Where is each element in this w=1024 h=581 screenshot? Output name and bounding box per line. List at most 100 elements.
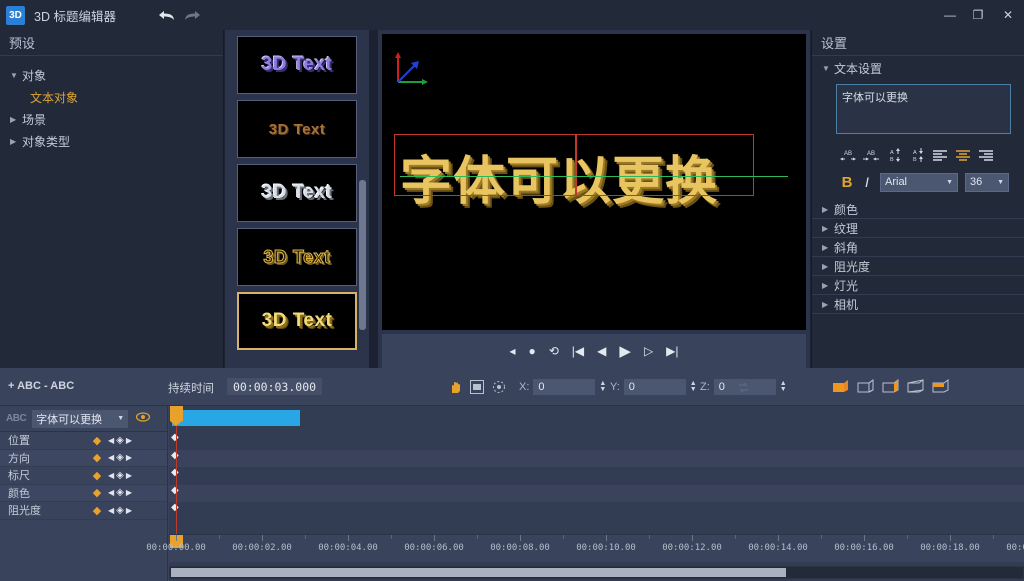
align-center-icon[interactable] <box>955 147 971 163</box>
keyframe-row-position[interactable]: 位置 ◆ ◀ ◈ ▶ <box>0 432 167 450</box>
close-button[interactable]: ✕ <box>992 0 1024 30</box>
keyframe-nav[interactable]: ◀ ◈ ▶ <box>108 505 132 516</box>
align-right-icon[interactable] <box>978 147 994 163</box>
tree-item-object[interactable]: ▼ 对象 <box>0 64 223 86</box>
chevron-down-icon[interactable]: ▼ <box>10 71 22 80</box>
align-left-icon[interactable] <box>932 147 948 163</box>
keyframe-marker-icon[interactable]: ◆ <box>171 467 179 478</box>
minimize-button[interactable]: — <box>936 0 964 30</box>
preview-viewport[interactable]: 字体可以更换 <box>382 34 806 330</box>
line-spacing-decrease-icon[interactable]: AB <box>909 147 925 163</box>
keyframe-marker-icon[interactable]: ◆ <box>171 502 179 513</box>
italic-button[interactable]: I <box>861 174 873 190</box>
font-size-select[interactable]: 36 ▼ <box>965 172 1009 192</box>
chevron-down-icon[interactable]: ▼ <box>822 64 834 73</box>
selection-box[interactable] <box>394 134 576 196</box>
timeline-hscrollbar-thumb[interactable] <box>171 568 786 577</box>
move-tool-icon[interactable] <box>468 378 486 396</box>
keyframe-toggle-icon[interactable]: ◆ <box>86 451 108 464</box>
undo-icon[interactable] <box>156 4 178 26</box>
keyframe-lane[interactable]: ◆ <box>169 502 1024 520</box>
object-track-header[interactable]: ABC 字体可以更换 ▼ <box>0 406 167 432</box>
chevron-right-icon[interactable]: ▶ <box>10 137 22 146</box>
keyframe-marker-icon[interactable]: ◆ <box>171 450 179 461</box>
keyframe-toggle-icon[interactable]: ◆ <box>86 504 108 517</box>
keyframe-nav[interactable]: ◀ ◈ ▶ <box>108 435 132 446</box>
preset-thumbnail[interactable]: 3D Text <box>237 164 357 222</box>
chevron-right-icon[interactable]: ▶ <box>10 115 22 124</box>
chevron-right-icon[interactable]: ▶ <box>822 205 834 214</box>
camera-view-2-icon[interactable] <box>855 378 875 395</box>
keyframe-row-scale[interactable]: 标尺 ◆ ◀ ◈ ▶ <box>0 467 167 485</box>
chevron-down-icon[interactable]: ▼ <box>997 179 1004 186</box>
chevron-down-icon[interactable]: ▼ <box>117 415 124 422</box>
selection-box[interactable] <box>576 134 754 196</box>
y-value[interactable]: 0 <box>623 379 686 395</box>
section-bevel[interactable]: ▶ 斜角 <box>812 238 1024 257</box>
remove-text-button[interactable]: - ABC <box>44 380 74 392</box>
first-frame-icon[interactable]: |◀ <box>572 345 584 357</box>
keyframe-marker-icon[interactable]: ◆ <box>171 485 179 496</box>
chevron-right-icon[interactable]: ▶ <box>822 262 834 271</box>
section-color[interactable]: ▶ 颜色 <box>812 200 1024 219</box>
chevron-right-icon[interactable]: ▶ <box>822 281 834 290</box>
keyframe-lane[interactable]: ◆ <box>169 484 1024 502</box>
x-stepper[interactable]: ▲ ▼ <box>599 380 606 393</box>
loop-icon[interactable]: ⟲ <box>549 345 559 357</box>
keyframe-lane[interactable]: ◆ <box>169 432 1024 450</box>
section-camera[interactable]: ▶ 相机 <box>812 295 1024 314</box>
keyframe-toggle-icon[interactable]: ◆ <box>86 469 108 482</box>
keyframe-row-color[interactable]: 颜色 ◆ ◀ ◈ ▶ <box>0 484 167 502</box>
duration-value[interactable]: 00:00:03.000 <box>227 378 322 395</box>
keyframe-lane[interactable]: ◆ <box>169 467 1024 485</box>
chevron-right-icon[interactable]: ▶ <box>822 300 834 309</box>
maximize-button[interactable]: ❐ <box>964 0 992 30</box>
section-texture[interactable]: ▶ 纹理 <box>812 219 1024 238</box>
line-spacing-increase-icon[interactable]: AB <box>886 147 902 163</box>
keyframe-row-direction[interactable]: 方向 ◆ ◀ ◈ ▶ <box>0 449 167 467</box>
play-icon[interactable]: ▶ <box>619 344 631 359</box>
x-coordinate-field[interactable]: X: 0 ▲ ▼ <box>519 379 606 395</box>
y-coordinate-field[interactable]: Y: 0 ▲ ▼ <box>610 379 697 395</box>
keyframe-nav[interactable]: ◀ ◈ ▶ <box>108 487 132 498</box>
font-family-select[interactable]: Arial ▼ <box>880 172 958 192</box>
pan-tool-icon[interactable] <box>446 378 464 396</box>
chevron-right-icon[interactable]: ▶ <box>822 243 834 252</box>
mute-icon[interactable]: ◂ <box>509 345 515 357</box>
tree-item-text-object[interactable]: 文本对象 <box>0 86 223 108</box>
letter-spacing-shrink-icon[interactable]: AB <box>863 147 879 163</box>
y-stepper[interactable]: ▲ ▼ <box>690 380 697 393</box>
keyframe-toggle-icon[interactable]: ◆ <box>86 434 108 447</box>
timeline-hscrollbar[interactable] <box>169 566 1024 579</box>
keyframe-marker-icon[interactable]: ◆ <box>171 432 179 443</box>
keyframe-nav[interactable]: ◀ ◈ ▶ <box>108 470 132 481</box>
rotate-tool-icon[interactable] <box>490 378 508 396</box>
object-name-select[interactable]: 字体可以更换 ▼ <box>32 409 129 428</box>
preset-thumbnail-selected[interactable]: 3D Text <box>237 292 357 350</box>
camera-view-5-icon[interactable] <box>930 378 950 395</box>
text-clip[interactable] <box>172 410 300 426</box>
tree-item-scene[interactable]: ▶ 场景 <box>0 108 223 130</box>
chevron-down-icon[interactable]: ▼ <box>946 179 953 186</box>
eye-icon[interactable] <box>136 412 151 425</box>
reset-transform-icon[interactable] <box>734 378 752 396</box>
x-value[interactable]: 0 <box>533 379 596 395</box>
timeline-ruler[interactable]: 00:00:00.00 00:00:02.00 00:00:04.00 00:00:0… <box>146 534 1024 562</box>
volume-icon[interactable]: ● <box>528 345 535 357</box>
section-lighting[interactable]: ▶ 灯光 <box>812 276 1024 295</box>
bold-button[interactable]: B <box>840 174 854 191</box>
preset-thumbnail[interactable]: 3D Text <box>237 36 357 94</box>
z-stepper[interactable]: ▲ ▼ <box>780 380 787 393</box>
tree-item-object-type[interactable]: ▶ 对象类型 <box>0 130 223 152</box>
keyframe-nav[interactable]: ◀ ◈ ▶ <box>108 452 132 463</box>
section-text-settings[interactable]: ▼ 文本设置 <box>812 59 1024 78</box>
keyframe-row-opacity[interactable]: 阻光度 ◆ ◀ ◈ ▶ <box>0 502 167 520</box>
keyframe-lane[interactable]: ◆ <box>169 449 1024 467</box>
camera-view-1-icon[interactable] <box>830 378 850 395</box>
letter-spacing-expand-icon[interactable]: AB <box>840 147 856 163</box>
last-frame-icon[interactable]: ▶| <box>666 345 678 357</box>
next-frame-icon[interactable]: ▷ <box>644 345 653 357</box>
prev-frame-icon[interactable]: ◀ <box>597 345 606 357</box>
preset-thumbnail[interactable]: 3D Text <box>237 100 357 158</box>
add-text-button[interactable]: + ABC <box>8 380 41 392</box>
